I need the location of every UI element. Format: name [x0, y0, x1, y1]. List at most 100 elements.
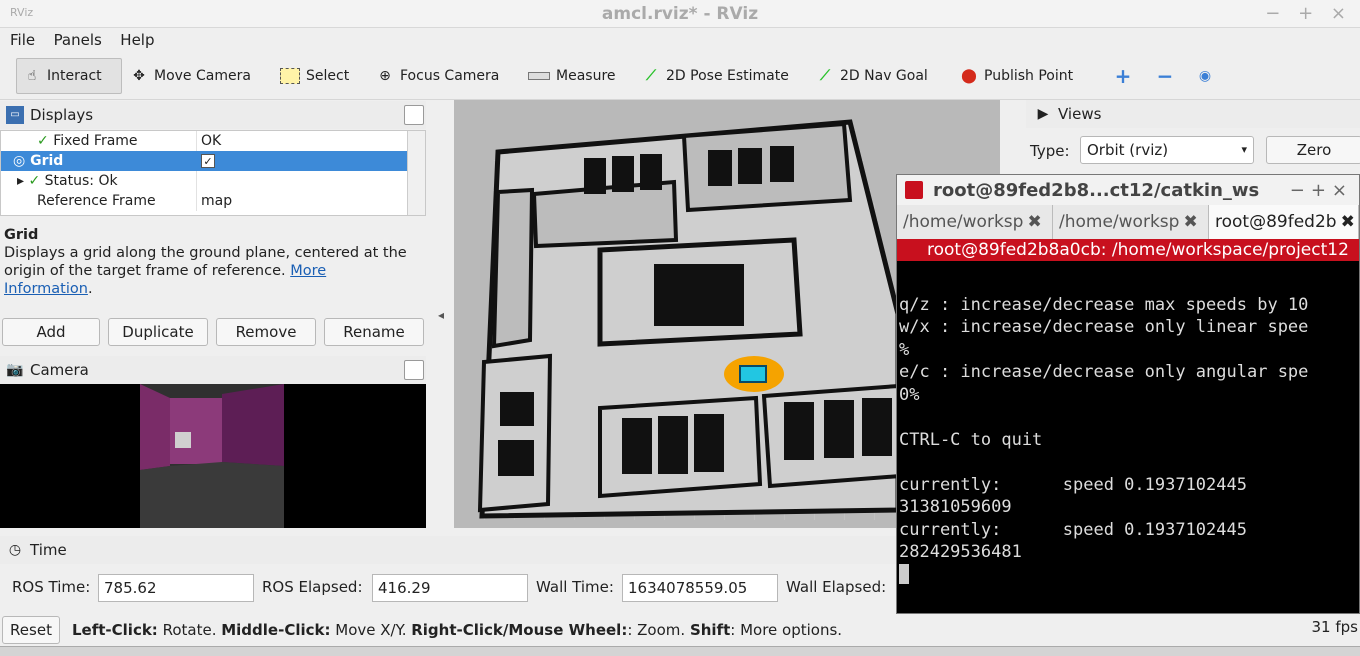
dropdown-icon: ▾	[1241, 143, 1247, 156]
time-panel-header: ◷ Time	[0, 536, 896, 564]
terminal-tab-1[interactable]: /home/worksp ✖	[897, 205, 1053, 239]
terminal-title: root@89fed2b8...ct12/catkin_ws	[933, 179, 1260, 201]
terminal-line: q/z : increase/decrease max speeds by 10	[899, 294, 1309, 315]
description-text: Displays a grid along the ground plane, …	[4, 245, 407, 279]
expand-arrow-icon[interactable]: ▸	[17, 173, 24, 189]
close-icon[interactable]: ✖	[1341, 212, 1355, 232]
monitor-icon: ▭	[6, 106, 24, 124]
close-icon[interactable]: ✖	[1027, 212, 1041, 232]
more-information-link-2[interactable]: Information	[4, 281, 88, 297]
terminal-output[interactable]: q/z : increase/decrease max speeds by 10…	[897, 261, 1359, 611]
add-tool-button[interactable]: +	[1108, 58, 1138, 94]
ros-elapsed-label: ROS Elapsed:	[262, 578, 363, 596]
terminal-path-bar: root@89fed2b8a0cb: /home/workspace/proje…	[897, 239, 1359, 261]
toolbar: ☝ Interact ✥ Move Camera Select ⊕ Focus Cam…	[0, 52, 1360, 100]
camera-undock-checkbox[interactable]	[404, 360, 424, 380]
green-arrow-icon: ⟋	[646, 68, 656, 84]
close-icon[interactable]: ✖	[1183, 212, 1197, 232]
pose-estimate-tool[interactable]: ⟋ 2D Pose Estimate	[636, 58, 795, 94]
move-camera-tool[interactable]: ✥ Move Camera	[124, 58, 257, 94]
wall-elapsed-label: Wall Elapsed:	[786, 578, 887, 596]
fps-label: 31 fps	[1311, 618, 1358, 636]
views-panel: ▶ Views Type: Orbit (rviz) ▾ Zero	[1026, 100, 1360, 178]
tree-row-fixed-frame[interactable]: ✓ Fixed Frame OK	[1, 131, 425, 151]
terminal-window-controls[interactable]: −+×	[1290, 180, 1353, 201]
terminal-tabs: /home/worksp ✖ /home/worksp ✖ root@89fed2b…	[897, 205, 1359, 239]
terminal-line: currently: speed 0.1937102445	[899, 474, 1247, 495]
remove-tool-button[interactable]: −	[1150, 58, 1180, 94]
plus-icon: +	[1114, 64, 1132, 88]
interact-tool[interactable]: ☝ Interact	[16, 58, 122, 94]
terminal-line: CTRL-C to quit	[899, 429, 1043, 450]
ruler-icon	[528, 72, 550, 80]
tree-row-status[interactable]: ▸ ✓ Status: Ok	[1, 171, 425, 191]
terminal-line: 0%	[899, 384, 920, 405]
grid-enabled-checkbox[interactable]: ✓	[201, 154, 215, 168]
ros-time-label: ROS Time:	[12, 578, 91, 596]
select-box-icon	[280, 68, 300, 84]
check-icon: ✓	[28, 173, 41, 189]
ros-elapsed-field[interactable]: 416.29	[372, 574, 528, 602]
tree-row-grid[interactable]: ◎ Grid ✓	[1, 151, 425, 171]
duplicate-button[interactable]: Duplicate	[108, 318, 208, 346]
undock-checkbox[interactable]	[404, 105, 424, 125]
tree-scrollbar[interactable]	[407, 131, 425, 215]
rename-button[interactable]: Rename	[324, 318, 424, 346]
terminal-line: 31381059609	[899, 497, 1012, 517]
view-type-select[interactable]: Orbit (rviz) ▾	[1080, 136, 1254, 164]
camera-panel-header: 📷 Camera	[0, 356, 426, 384]
splitter-arrow-icon[interactable]: ◂	[438, 308, 444, 322]
nav-goal-tool[interactable]: ⟋ 2D Nav Goal	[810, 58, 934, 94]
menu-file[interactable]: File	[10, 28, 35, 49]
measure-tool[interactable]: Measure	[522, 58, 622, 94]
taskbar	[0, 646, 1360, 656]
camera-image	[0, 384, 426, 528]
type-label: Type:	[1030, 142, 1070, 160]
remove-button[interactable]: Remove	[216, 318, 316, 346]
more-information-link[interactable]: More	[290, 263, 326, 279]
grid-icon: ◎	[13, 153, 26, 169]
select-tool[interactable]: Select	[274, 58, 355, 94]
publish-point-tool[interactable]: ⬤ Publish Point	[954, 58, 1079, 94]
status-hint: Left-Click: Rotate. Middle-Click: Move X…	[72, 621, 843, 639]
reset-button[interactable]: Reset	[2, 616, 60, 644]
focus-camera-tool[interactable]: ⊕ Focus Camera	[370, 58, 505, 94]
menu-help[interactable]: Help	[120, 28, 154, 49]
menu-panels[interactable]: Panels	[54, 28, 102, 49]
camera-icon: ▶	[1037, 106, 1049, 122]
window-controls[interactable]: − + ×	[1265, 3, 1352, 24]
terminal-line: 282429536481	[899, 542, 1022, 562]
wall-time-label: Wall Time:	[536, 578, 614, 596]
map-pin-icon: ⬤	[961, 68, 977, 84]
description-title: Grid	[4, 227, 39, 243]
tree-row-reference-frame[interactable]: Reference Frame map	[1, 191, 425, 211]
terminal-line: %	[899, 339, 910, 360]
hand-pointer-icon: ☝	[27, 68, 37, 84]
eye-icon: ◉	[1198, 68, 1212, 84]
terminal-tab-3[interactable]: root@89fed2b ✖	[1209, 205, 1359, 239]
terminal-cursor	[899, 563, 909, 584]
green-arrow-icon: ⟋	[820, 68, 830, 84]
terminal-line: currently: speed 0.1937102445	[899, 519, 1247, 540]
window-title: amcl.rviz* - RViz	[601, 4, 759, 24]
terminal-title-bar: root@89fed2b8...ct12/catkin_ws −+×	[897, 175, 1359, 205]
focus-icon: ⊕	[379, 68, 391, 84]
time-panel: ROS Time: 785.62 ROS Elapsed: 416.29 Wal…	[0, 566, 896, 608]
terminal-window[interactable]: root@89fed2b8...ct12/catkin_ws −+× /home…	[896, 174, 1360, 614]
menu-bar: File Panels Help	[0, 28, 1360, 52]
views-panel-header: ▶ Views	[1026, 100, 1360, 128]
camera-icon: 📷	[6, 362, 24, 378]
ros-time-field[interactable]: 785.62	[98, 574, 254, 602]
terminal-tab-2[interactable]: /home/worksp ✖	[1053, 205, 1209, 239]
terminal-icon	[905, 181, 923, 199]
status-bar: Reset Left-Click: Rotate. Middle-Click: …	[0, 616, 1360, 646]
zero-button[interactable]: Zero	[1266, 136, 1360, 164]
add-button[interactable]: Add	[2, 318, 100, 346]
displays-tree: ✓ Fixed Frame OK ◎ Grid ✓ ▸ ✓ Status: Ok…	[0, 130, 426, 216]
terminal-line: w/x : increase/decrease only linear spee	[899, 317, 1309, 337]
view-tool-button[interactable]: ◉	[1190, 58, 1220, 94]
wall-time-field[interactable]: 1634078559.05	[622, 574, 778, 602]
